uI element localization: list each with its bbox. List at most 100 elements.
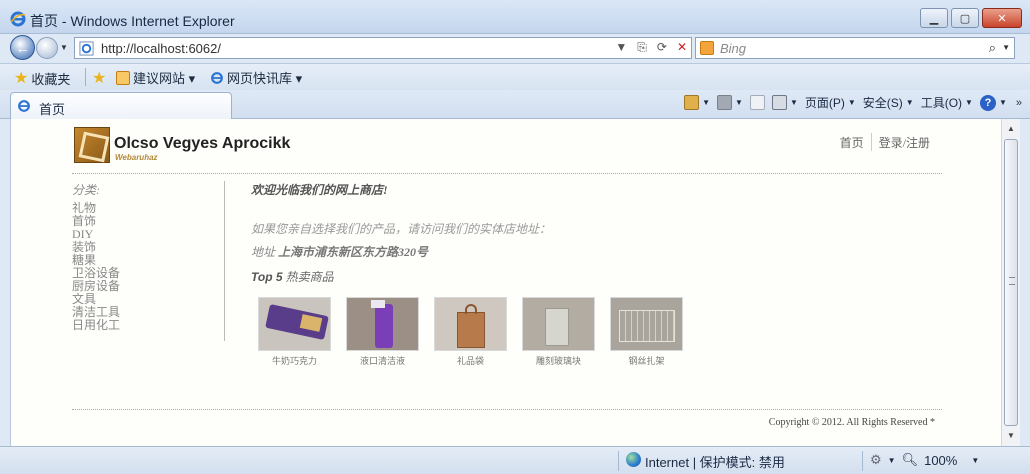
- tab-home[interactable]: 首页: [10, 92, 232, 119]
- product-name[interactable]: 礼品袋: [434, 354, 507, 367]
- scroll-grip-icon: [1009, 277, 1015, 285]
- category-link[interactable]: 首饰: [72, 215, 227, 228]
- product-image[interactable]: [346, 297, 419, 351]
- top-prefix: Top 5: [251, 270, 283, 284]
- minimize-button[interactable]: ▁: [920, 8, 948, 28]
- suggested-sites-label: 建议网站 ▾: [133, 71, 196, 86]
- zoom-dropdown-icon[interactable]: ▼: [888, 456, 896, 465]
- product-item[interactable]: 钢丝扎架: [610, 297, 683, 367]
- favorites-button[interactable]: ★ 收藏夹: [14, 68, 70, 88]
- url-text[interactable]: http://localhost:6062/: [101, 41, 221, 56]
- rss-feed-icon: [717, 95, 733, 110]
- intro-text: 如果您亲自选择我们的产品，请访问我们的实体店地址：: [251, 222, 552, 236]
- product-list: 牛奶巧克力 液口清洁液 礼品袋 雕刻玻璃块 钢丝扎架: [258, 297, 683, 367]
- site-logo-icon: [74, 127, 110, 163]
- product-item[interactable]: 液口清洁液: [346, 297, 419, 367]
- product-name[interactable]: 牛奶巧克力: [258, 354, 331, 367]
- add-favorite-button[interactable]: ★: [92, 68, 106, 88]
- top-products-title: Top 5 热卖商品: [251, 268, 334, 285]
- suggested-sites-button[interactable]: 建议网站 ▾: [116, 68, 195, 87]
- add-to-favorites-icon: ★: [92, 70, 107, 87]
- footer-divider: [72, 409, 942, 410]
- bing-icon: [700, 41, 714, 55]
- printer-icon: [771, 95, 787, 110]
- copyright-text: Copyright © 2012. All Rights Reserved *: [768, 417, 935, 428]
- scroll-thumb[interactable]: [1004, 139, 1018, 426]
- close-button[interactable]: ✕: [982, 8, 1022, 28]
- address-tools: ▼ ⎘ ⟳ ✕: [615, 40, 687, 55]
- product-name[interactable]: 钢丝扎架: [610, 354, 683, 367]
- search-icon[interactable]: ⌕: [989, 40, 996, 56]
- web-slice-gallery-button[interactable]: 网页快讯库 ▾: [210, 68, 302, 87]
- scroll-up-arrow-icon[interactable]: ▲: [1002, 121, 1020, 137]
- safety-menu[interactable]: 安全(S) ▼: [863, 94, 914, 111]
- address-label: 地址: [251, 245, 276, 259]
- read-mail-button[interactable]: [749, 95, 765, 110]
- nav-login-link[interactable]: 登录/注册: [872, 134, 937, 151]
- protected-mode-icon[interactable]: ⚙: [870, 452, 882, 468]
- product-item[interactable]: 雕刻玻璃块: [522, 297, 595, 367]
- product-image[interactable]: [434, 297, 507, 351]
- product-item[interactable]: 牛奶巧克力: [258, 297, 331, 367]
- web-slice-gallery-label: 网页快讯库 ▾: [227, 71, 303, 86]
- page-menu[interactable]: 页面(P) ▼: [805, 94, 856, 111]
- feeds-button[interactable]: ▼: [717, 95, 743, 110]
- vertical-scrollbar[interactable]: ▲ ▼: [1001, 119, 1020, 446]
- zoom-control[interactable]: ⚙ ▼ 🔍︎ 100% ▼: [870, 452, 979, 468]
- store-address: 地址 上海市浦东新区东方路320号: [251, 243, 551, 260]
- page-content: Olcso Vegyes Aprocikk Webaruhaz 首页 登录/注册…: [10, 119, 1001, 446]
- more-commands-chevron-icon[interactable]: »: [1016, 97, 1022, 109]
- product-name[interactable]: 雕刻玻璃块: [522, 354, 595, 367]
- tab-row: 首页 ▼ ▼ ▼ 页面(P) ▼ 安全(S) ▼ 工具(O) ▼ ? ▼ »: [0, 90, 1030, 119]
- search-input[interactable]: Bing: [720, 41, 746, 56]
- site-name: Olcso Vegyes Aprocikk: [114, 135, 291, 152]
- stop-icon[interactable]: ✕: [677, 40, 687, 55]
- mail-icon: [749, 95, 765, 110]
- search-box[interactable]: Bing ⌕ ▼: [695, 37, 1015, 59]
- status-divider: [862, 451, 863, 471]
- main-content: 欢迎光临我们的网上商店! 如果您亲自选择我们的产品，请访问我们的实体店地址： 地…: [251, 181, 551, 260]
- scroll-down-arrow-icon[interactable]: ▼: [1002, 428, 1020, 444]
- category-link[interactable]: 日用化工: [72, 319, 227, 332]
- header-divider: [72, 173, 942, 174]
- home-button[interactable]: ▼: [684, 95, 710, 110]
- product-item[interactable]: 礼品袋: [434, 297, 507, 367]
- suggested-sites-icon: [116, 70, 130, 85]
- nav-home-link[interactable]: 首页: [833, 134, 871, 151]
- history-dropdown-icon[interactable]: ▼: [60, 43, 68, 52]
- refresh-icon[interactable]: ⟳: [657, 40, 667, 55]
- page-icon: [79, 41, 94, 56]
- tools-menu-label: 工具(O): [920, 96, 963, 110]
- safety-menu-label: 安全(S): [862, 96, 903, 110]
- product-image[interactable]: [522, 297, 595, 351]
- web-slice-icon: [211, 71, 223, 84]
- print-button[interactable]: ▼: [771, 95, 798, 110]
- internet-zone-globe-icon: [626, 452, 641, 467]
- sidebar-divider: [224, 181, 225, 341]
- zoom-level: 100%: [924, 452, 958, 468]
- tab-label: 首页: [39, 102, 66, 117]
- favorites-bar: ★ 收藏夹 ★ 建议网站 ▾ 网页快讯库 ▾: [0, 63, 1030, 90]
- top-title: 热卖商品: [285, 270, 334, 284]
- internet-explorer-icon: [10, 11, 26, 27]
- address-bar[interactable]: http://localhost:6062/ ▼ ⎘ ⟳ ✕: [74, 37, 692, 59]
- product-image[interactable]: [258, 297, 331, 351]
- address-value: 上海市浦东新区东方路320号: [278, 245, 429, 259]
- back-button[interactable]: ←: [10, 35, 35, 60]
- page-menu-label: 页面(P): [804, 96, 845, 110]
- product-name[interactable]: 液口清洁液: [346, 354, 419, 367]
- search-options-icon[interactable]: ▼: [1002, 43, 1010, 52]
- home-icon: [684, 95, 700, 110]
- favorites-star-icon: ★: [14, 70, 29, 87]
- product-image[interactable]: [610, 297, 683, 351]
- security-zone-text[interactable]: Internet | 保护模式: 禁用: [645, 452, 785, 471]
- favorites-label: 收藏夹: [31, 71, 71, 87]
- tools-menu[interactable]: 工具(O) ▼: [921, 94, 973, 111]
- help-menu[interactable]: ? ▼: [979, 94, 1007, 111]
- category-sidebar: 分类: 礼物 首饰 DIY 装饰 糖果 卫浴设备 厨房设备 文具 清洁工具 日用…: [72, 181, 227, 332]
- zoom-level-dropdown-icon[interactable]: ▼: [971, 456, 979, 465]
- forward-button[interactable]: →: [36, 37, 58, 59]
- maximize-button[interactable]: ▢: [951, 8, 979, 28]
- compatibility-view-icon[interactable]: ⎘: [637, 40, 647, 55]
- address-dropdown-icon[interactable]: ▼: [615, 40, 627, 55]
